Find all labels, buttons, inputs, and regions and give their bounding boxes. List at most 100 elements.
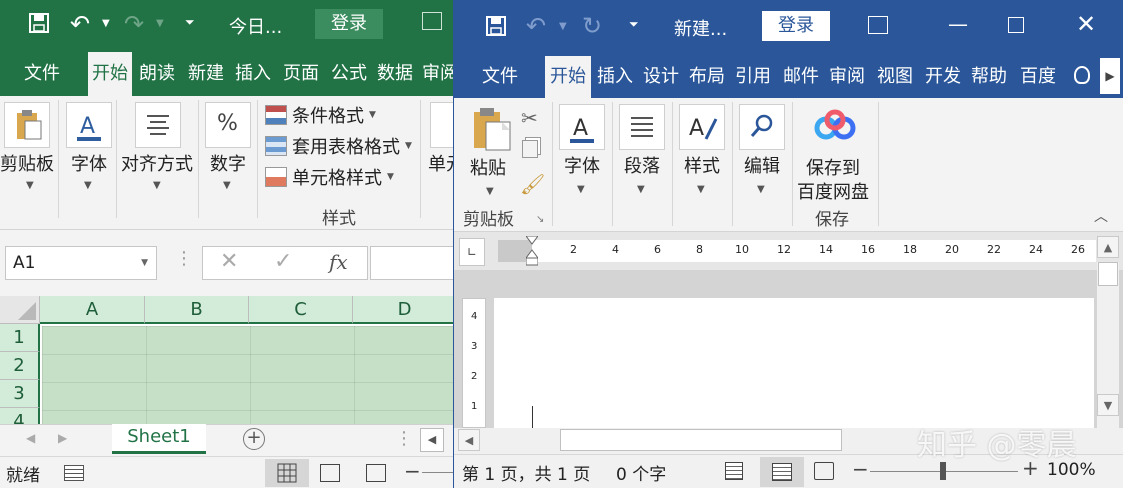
zoom-out-icon[interactable]: − — [852, 457, 869, 481]
save-icon[interactable] — [485, 15, 507, 37]
word-tab-design[interactable]: 设计 — [640, 56, 682, 98]
customize-qat-icon[interactable]: ⏷ — [185, 15, 195, 30]
excel-font-label[interactable]: 字体 — [71, 150, 107, 176]
font-icon[interactable]: A — [66, 102, 112, 148]
number-format-icon[interactable]: % — [205, 102, 251, 148]
scroll-left-icon[interactable]: ◀ — [420, 428, 444, 452]
cells-icon[interactable] — [430, 102, 455, 148]
undo-icon[interactable]: ↶ — [526, 12, 546, 40]
undo-icon[interactable]: ↶ — [70, 10, 90, 38]
word-tab-developer[interactable]: 开发 — [922, 56, 964, 98]
repeat-icon[interactable]: ↻ — [582, 12, 602, 40]
name-box[interactable]: A1 ▼ — [5, 246, 157, 280]
search-icon[interactable] — [739, 104, 785, 150]
ribbon-display-icon[interactable] — [868, 16, 888, 34]
undo-dropdown-icon[interactable]: ▼ — [559, 21, 567, 32]
word-paragraph-label[interactable]: 段落 — [624, 152, 660, 178]
normal-view-icon[interactable] — [265, 459, 309, 487]
redo-dropdown-icon[interactable]: ▼ — [156, 18, 164, 29]
cut-icon[interactable]: ✂ — [521, 106, 538, 130]
customize-qat-icon[interactable]: ⏷ — [629, 17, 639, 32]
sheet-next-icon[interactable]: ▶ — [58, 431, 67, 445]
excel-align-label[interactable]: 对齐方式 — [121, 150, 193, 176]
macro-record-icon[interactable] — [64, 465, 84, 481]
word-edit-label[interactable]: 编辑 — [744, 152, 780, 178]
excel-tab-new[interactable]: 新建 — [184, 52, 228, 96]
zoom-slider-thumb[interactable] — [940, 462, 946, 480]
row-header[interactable]: 4 — [0, 408, 40, 424]
word-tab-references[interactable]: 引用 — [732, 56, 774, 98]
undo-dropdown-icon[interactable]: ▼ — [102, 18, 110, 29]
scroll-left-icon[interactable]: ◀ — [458, 429, 480, 451]
excel-cells-label[interactable]: 单元 — [428, 150, 455, 176]
minimize-icon[interactable]: — — [938, 12, 978, 36]
word-font-label[interactable]: 字体 — [564, 152, 600, 178]
word-tab-insert[interactable]: 插入 — [594, 56, 636, 98]
format-painter-icon[interactable]: 🖌 — [520, 172, 545, 196]
paste-icon[interactable] — [470, 106, 516, 154]
cell-style-button[interactable]: 单元格样式 ▼ — [265, 164, 394, 190]
page-break-icon[interactable] — [366, 464, 386, 482]
word-tab-help[interactable]: 帮助 — [968, 56, 1010, 98]
lightbulb-icon[interactable] — [1074, 66, 1090, 84]
word-tab-layout[interactable]: 布局 — [686, 56, 728, 98]
word-login-button[interactable]: 登录 — [762, 11, 830, 41]
font-icon[interactable]: A — [559, 104, 605, 150]
table-format-button[interactable]: 套用表格格式 ▼ — [265, 133, 412, 159]
tabs-scroll-right-icon[interactable]: ▶ — [1100, 58, 1120, 94]
column-header[interactable]: B — [145, 296, 249, 324]
row-header[interactable]: 3 — [0, 380, 40, 408]
word-styles-label[interactable]: 样式 — [684, 152, 720, 178]
baidu-netdisk-icon[interactable] — [812, 108, 858, 146]
select-all-corner[interactable] — [0, 296, 40, 324]
zoom-out-icon[interactable]: − — [404, 459, 421, 483]
paste-label[interactable]: 粘贴 — [470, 154, 506, 180]
excel-tab-file[interactable]: 文件 — [14, 52, 70, 96]
insert-function-icon[interactable]: fx — [329, 250, 348, 274]
align-icon[interactable] — [135, 102, 181, 148]
conditional-format-button[interactable]: 条件格式 ▼ — [265, 102, 376, 128]
print-layout-icon[interactable] — [760, 457, 804, 487]
word-tab-view[interactable]: 视图 — [874, 56, 916, 98]
excel-tab-insert[interactable]: 插入 — [232, 52, 274, 96]
ribbon-display-icon[interactable] — [422, 12, 442, 30]
vertical-scroll-thumb[interactable] — [1098, 262, 1118, 286]
excel-clipboard-label[interactable]: 剪贴板 — [0, 150, 54, 176]
word-tab-home[interactable]: 开始 — [545, 56, 591, 98]
collapse-ribbon-icon[interactable]: ︿ — [1094, 206, 1108, 226]
close-icon[interactable]: ✕ — [1066, 10, 1106, 38]
save-to-baidu-line1[interactable]: 保存到 — [806, 154, 860, 180]
excel-tab-formulas[interactable]: 公式 — [328, 52, 370, 96]
word-tab-review[interactable]: 审阅 — [826, 56, 868, 98]
sheet-tab-sheet1[interactable]: Sheet1 — [112, 424, 206, 454]
scroll-down-icon[interactable]: ▼ — [1097, 394, 1119, 416]
excel-number-label[interactable]: 数字 — [210, 150, 246, 176]
excel-tab-review[interactable]: 审阅 — [422, 52, 455, 96]
word-tab-baidu[interactable]: 百度 — [1016, 56, 1060, 98]
paragraph-icon[interactable] — [619, 104, 665, 150]
word-tab-mailings[interactable]: 邮件 — [780, 56, 822, 98]
dialog-launcher-icon[interactable]: ↘ — [536, 214, 544, 225]
tab-selector[interactable]: ∟ — [459, 238, 485, 266]
page-count-status[interactable]: 第 1 页，共 1 页 — [462, 460, 590, 485]
read-mode-icon[interactable] — [725, 462, 743, 480]
formula-input[interactable] — [370, 246, 455, 280]
sheet-prev-icon[interactable]: ◀ — [26, 431, 35, 445]
page-layout-icon[interactable] — [320, 464, 340, 482]
column-header[interactable]: A — [40, 296, 145, 324]
vertical-scrollbar[interactable]: ▼ — [1097, 262, 1119, 428]
excel-tab-read-aloud[interactable]: 朗读 — [136, 52, 178, 96]
redo-icon[interactable]: ↷ — [124, 10, 144, 38]
excel-tab-home[interactable]: 开始 — [88, 52, 132, 96]
row-header[interactable]: 2 — [0, 352, 40, 380]
row-header[interactable]: 1 — [0, 324, 40, 352]
horizontal-scroll-thumb[interactable] — [560, 429, 842, 451]
enter-icon[interactable]: ✓ — [274, 249, 292, 274]
document-page[interactable] — [494, 298, 1094, 428]
column-header[interactable]: D — [353, 296, 455, 324]
copy-icon[interactable] — [522, 140, 538, 158]
selected-cell-range[interactable] — [42, 326, 455, 424]
zoom-slider-track[interactable] — [422, 472, 455, 473]
word-tab-file[interactable]: 文件 — [472, 56, 528, 98]
save-icon[interactable] — [28, 12, 50, 34]
